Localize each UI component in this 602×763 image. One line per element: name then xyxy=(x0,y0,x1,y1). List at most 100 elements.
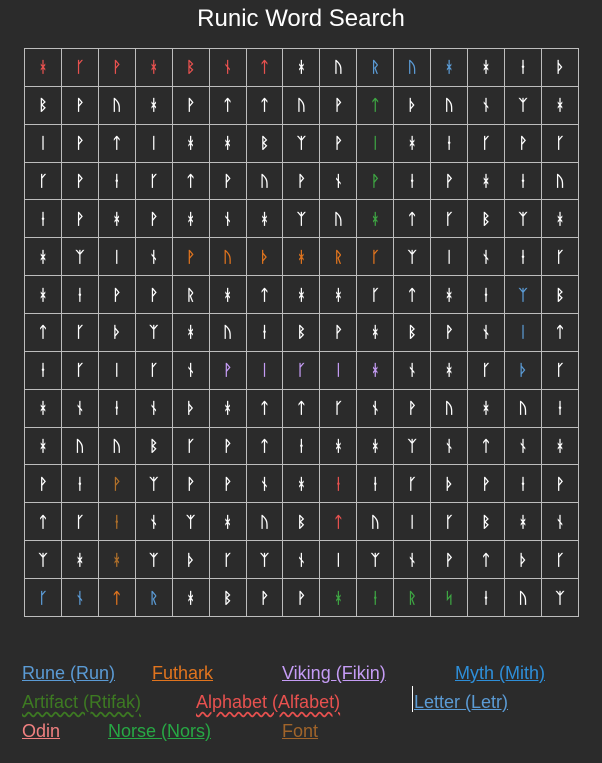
word-norse[interactable]: Norse (Nors) xyxy=(108,720,211,742)
grid-cell[interactable]: ᚼ xyxy=(171,313,210,352)
grid-cell[interactable]: ᛁ xyxy=(503,313,542,352)
grid-cell[interactable]: ᚹ xyxy=(208,426,247,466)
grid-cell[interactable]: ᚼ xyxy=(171,199,210,239)
grid-cell[interactable]: ᚹ xyxy=(171,85,210,125)
grid-cell[interactable]: ᚴ xyxy=(208,540,247,580)
grid-cell[interactable]: ᚼ xyxy=(540,199,580,239)
grid-cell[interactable]: ᚼ xyxy=(430,350,469,390)
grid-cell[interactable]: ᚹ xyxy=(467,464,505,504)
grid-cell[interactable]: ᛉ xyxy=(282,199,321,239)
grid-cell[interactable]: ᚼ xyxy=(356,313,395,352)
grid-cell[interactable]: ᚦ xyxy=(171,540,210,580)
word-font[interactable]: Font xyxy=(282,720,318,742)
grid-cell[interactable]: ᚽ xyxy=(24,199,62,239)
grid-cell[interactable]: ᚴ xyxy=(24,578,62,617)
grid-cell[interactable]: ᚽ xyxy=(24,350,62,390)
grid-cell[interactable]: ᛉ xyxy=(503,275,542,315)
grid-cell[interactable]: ᚴ xyxy=(356,237,395,277)
grid-cell[interactable]: ᚾ xyxy=(208,48,247,87)
grid-cell[interactable]: ᛏ xyxy=(245,388,284,428)
grid-cell[interactable]: ᛁ xyxy=(319,540,358,580)
grid-cell[interactable]: ᚼ xyxy=(24,388,62,428)
grid-cell[interactable]: ᚼ xyxy=(503,502,542,542)
grid-cell[interactable]: ᚹ xyxy=(430,161,469,201)
grid-cell[interactable]: ᚴ xyxy=(60,502,99,542)
grid-cell[interactable]: ᚱ xyxy=(319,237,358,277)
grid-cell[interactable]: ᛒ xyxy=(208,578,247,617)
grid-cell[interactable]: ᚢ xyxy=(430,85,469,125)
grid-cell[interactable]: ᚼ xyxy=(356,199,395,239)
grid-cell[interactable]: ᚴ xyxy=(24,161,62,201)
grid-cell[interactable]: ᚽ xyxy=(60,275,99,315)
word-rune[interactable]: Rune (Run) xyxy=(22,662,115,684)
grid-cell[interactable]: ᚾ xyxy=(60,578,99,617)
grid-cell[interactable]: ᚽ xyxy=(540,388,580,428)
grid-cell[interactable]: ᚴ xyxy=(540,237,580,277)
grid-cell[interactable]: ᛁ xyxy=(134,123,173,163)
grid-cell[interactable]: ᚽ xyxy=(60,464,99,504)
grid-cell[interactable]: ᚹ xyxy=(60,161,99,201)
grid-cell[interactable]: ᛏ xyxy=(97,578,136,617)
grid-cell[interactable]: ᛁ xyxy=(356,123,395,163)
grid-cell[interactable]: ᚴ xyxy=(393,464,432,504)
grid-cell[interactable]: ᚾ xyxy=(467,237,505,277)
grid-cell[interactable]: ᛉ xyxy=(245,540,284,580)
grid-cell[interactable]: ᚾ xyxy=(134,237,173,277)
grid-cell[interactable]: ᚢ xyxy=(97,426,136,466)
grid-cell[interactable]: ᛏ xyxy=(282,388,321,428)
grid-cell[interactable]: ᚼ xyxy=(393,123,432,163)
grid-cell[interactable]: ᚼ xyxy=(24,237,62,277)
grid-cell[interactable]: ᚹ xyxy=(393,388,432,428)
grid-cell[interactable]: ᚱ xyxy=(171,275,210,315)
grid-cell[interactable]: ᚴ xyxy=(467,123,505,163)
grid-cell[interactable]: ᚼ xyxy=(430,48,469,87)
grid-cell[interactable]: ᚱ xyxy=(393,578,432,617)
grid-cell[interactable]: ᚹ xyxy=(60,199,99,239)
grid-cell[interactable]: ᚢ xyxy=(393,48,432,87)
grid-cell[interactable]: ᚼ xyxy=(24,48,62,87)
grid-cell[interactable]: ᛋ xyxy=(430,578,469,617)
grid-cell[interactable]: ᛏ xyxy=(393,275,432,315)
grid-cell[interactable]: ᚼ xyxy=(540,85,580,125)
grid-cell[interactable]: ᚴ xyxy=(60,48,99,87)
grid-cell[interactable]: ᛏ xyxy=(393,199,432,239)
grid-cell[interactable]: ᚽ xyxy=(356,464,395,504)
grid-cell[interactable]: ᚼ xyxy=(97,540,136,580)
word-artifact[interactable]: Artifact (Rtifak) xyxy=(22,691,141,713)
grid-cell[interactable]: ᚼ xyxy=(282,48,321,87)
grid-cell[interactable]: ᚾ xyxy=(503,426,542,466)
grid-cell[interactable]: ᚼ xyxy=(60,540,99,580)
grid-cell[interactable]: ᚹ xyxy=(245,578,284,617)
grid-cell[interactable]: ᛏ xyxy=(540,313,580,352)
word-myth[interactable]: Myth (Mith) xyxy=(455,662,545,684)
grid-cell[interactable]: ᚾ xyxy=(171,350,210,390)
grid-cell[interactable]: ᚢ xyxy=(282,85,321,125)
grid-cell[interactable]: ᚾ xyxy=(540,502,580,542)
grid-cell[interactable]: ᚼ xyxy=(282,464,321,504)
grid-cell[interactable]: ᛉ xyxy=(134,313,173,352)
grid-cell[interactable]: ᚹ xyxy=(282,578,321,617)
grid-cell[interactable]: ᚾ xyxy=(467,85,505,125)
grid-cell[interactable]: ᛒ xyxy=(282,313,321,352)
grid-cell[interactable]: ᚾ xyxy=(245,464,284,504)
grid-cell[interactable]: ᛒ xyxy=(467,199,505,239)
grid-cell[interactable]: ᚽ xyxy=(319,464,358,504)
grid-cell[interactable]: ᚾ xyxy=(134,502,173,542)
grid-cell[interactable]: ᚦ xyxy=(503,540,542,580)
grid-cell[interactable]: ᛒ xyxy=(540,275,580,315)
grid-cell[interactable]: ᛏ xyxy=(24,313,62,352)
grid-cell[interactable]: ᚼ xyxy=(171,578,210,617)
grid-cell[interactable]: ᚦ xyxy=(171,388,210,428)
grid-cell[interactable]: ᚾ xyxy=(356,388,395,428)
grid-cell[interactable]: ᚹ xyxy=(24,464,62,504)
grid-cell[interactable]: ᚼ xyxy=(245,199,284,239)
grid-cell[interactable]: ᚴ xyxy=(430,199,469,239)
grid-cell[interactable]: ᚼ xyxy=(319,578,358,617)
grid-cell[interactable]: ᚴ xyxy=(467,350,505,390)
grid-cell[interactable]: ᚦ xyxy=(540,48,580,87)
grid-cell[interactable]: ᚢ xyxy=(319,199,358,239)
grid-cell[interactable]: ᛉ xyxy=(393,237,432,277)
grid-cell[interactable]: ᚼ xyxy=(319,275,358,315)
grid-cell[interactable]: ᚼ xyxy=(208,275,247,315)
grid-cell[interactable]: ᚱ xyxy=(356,48,395,87)
